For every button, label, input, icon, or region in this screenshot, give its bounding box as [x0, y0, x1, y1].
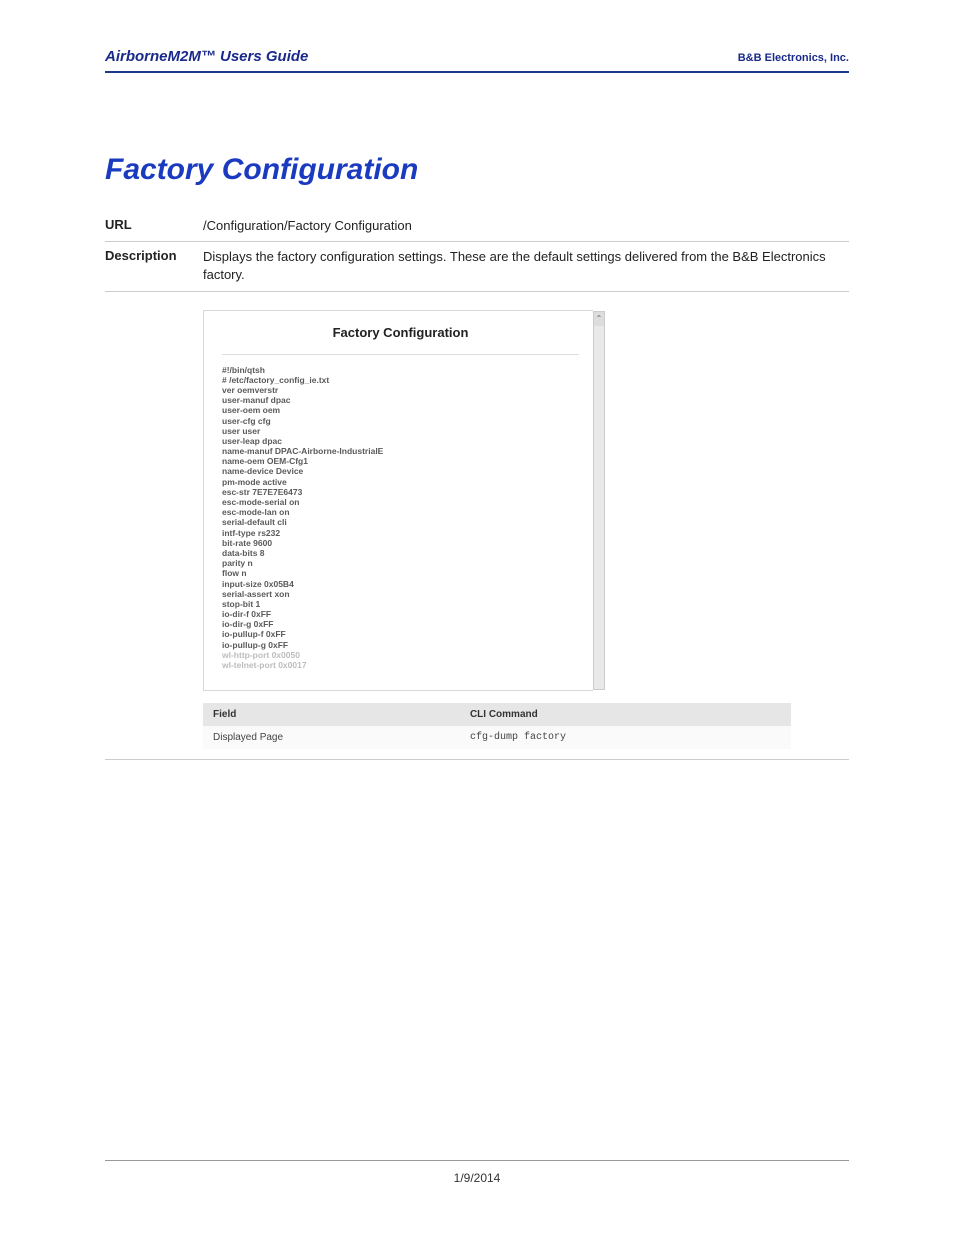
- col-header-cli: CLI Command: [460, 703, 791, 726]
- col-header-field: Field: [203, 703, 460, 726]
- table-header-row: Field CLI Command: [203, 703, 791, 726]
- config-dump-text: #!/bin/qtsh # /etc/factory_config_ie.txt…: [222, 365, 579, 671]
- meta-label-description: Description: [105, 248, 203, 284]
- meta-row-url: URL /Configuration/Factory Configuration: [105, 211, 849, 242]
- section-divider: [105, 759, 849, 760]
- cell-field: Displayed Page: [203, 726, 460, 749]
- field-command-table: Field CLI Command Displayed Page cfg-dum…: [203, 703, 791, 749]
- page-title: Factory Configuration: [105, 153, 849, 187]
- divider: [222, 354, 579, 355]
- meta-label-url: URL: [105, 217, 203, 235]
- header-guide-title: AirborneM2M™ Users Guide: [105, 48, 308, 65]
- page-header: AirborneM2M™ Users Guide B&B Electronics…: [105, 48, 849, 73]
- meta-row-description: Description Displays the factory configu…: [105, 242, 849, 291]
- table-row: Displayed Page cfg-dump factory: [203, 726, 791, 749]
- screenshot-heading: Factory Configuration: [222, 321, 579, 354]
- cell-cli-command: cfg-dump factory: [460, 726, 791, 749]
- page-footer: 1/9/2014: [105, 1160, 849, 1185]
- footer-date: 1/9/2014: [454, 1171, 501, 1185]
- meta-value-description: Displays the factory configuration setti…: [203, 248, 849, 284]
- scroll-up-button[interactable]: ⌃: [594, 312, 604, 326]
- scrollbar[interactable]: ⌃: [593, 311, 605, 691]
- header-company: B&B Electronics, Inc.: [738, 52, 849, 64]
- document-page: AirborneM2M™ Users Guide B&B Electronics…: [0, 0, 954, 1235]
- screenshot-content: Factory Configuration #!/bin/qtsh # /etc…: [204, 311, 593, 691]
- meta-value-url: /Configuration/Factory Configuration: [203, 217, 849, 235]
- embedded-screenshot: ⌃ Factory Configuration #!/bin/qtsh # /e…: [203, 310, 593, 692]
